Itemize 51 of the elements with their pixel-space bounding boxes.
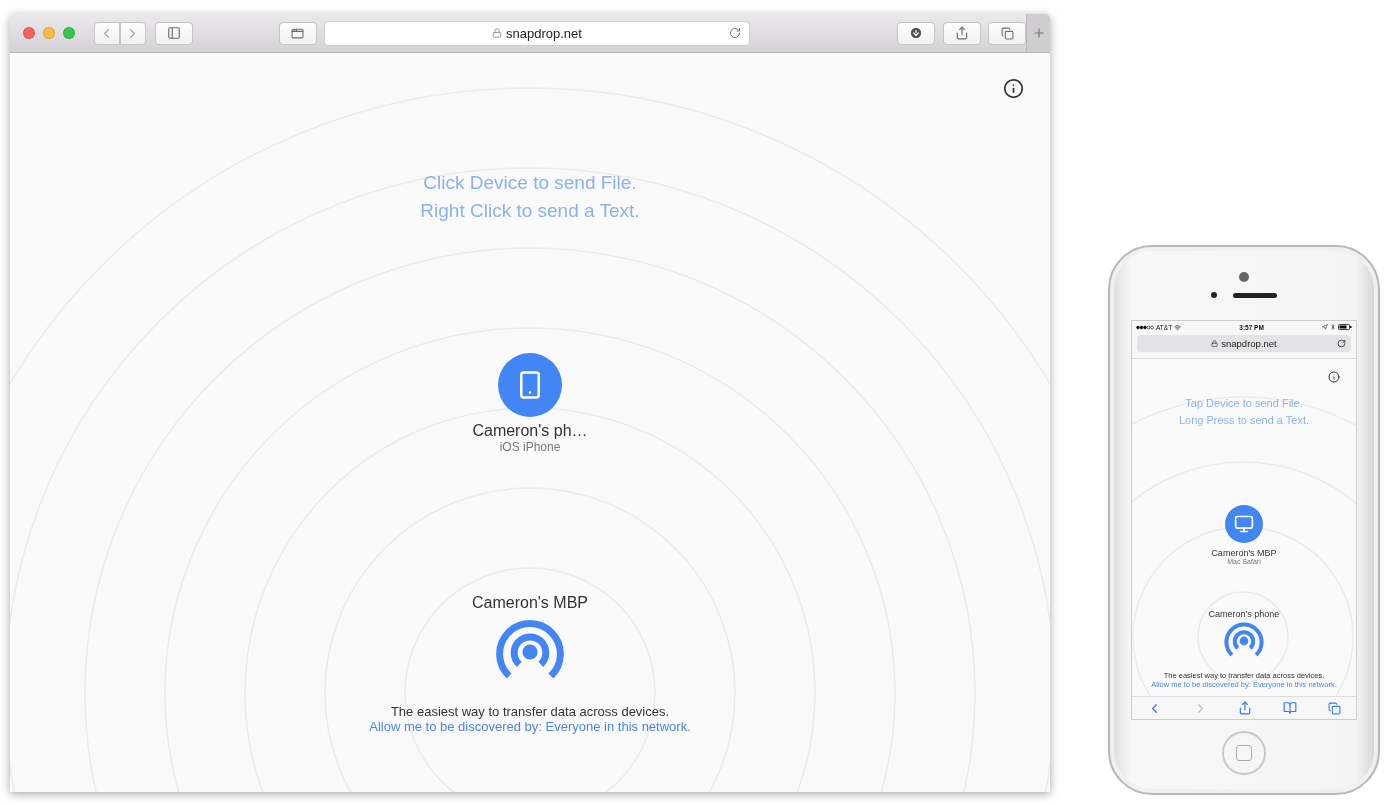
zoom-window-button[interactable] [62, 27, 75, 39]
peer-device-type: iOS iPhone [499, 440, 561, 454]
speaker-icon [1233, 292, 1277, 298]
instruction-text: Tap Device to send File. [1184, 396, 1304, 411]
own-device-name: Cameron's phone [1208, 609, 1280, 619]
tabs-button[interactable] [988, 21, 1026, 45]
url-text: snapdrop.net [506, 25, 582, 41]
tabs-button[interactable] [1327, 701, 1341, 715]
downloads-button[interactable] [897, 21, 936, 45]
info-icon[interactable] [1003, 78, 1024, 99]
info-icon[interactable] [1328, 371, 1340, 383]
camera-icon [1239, 272, 1249, 282]
signal-icon [1136, 324, 1154, 330]
instruction-text: Click Device to send File. [422, 171, 638, 195]
lock-icon [492, 28, 503, 38]
discovery-setting-link[interactable]: Allow me to be discovered by: Everyone in this network. [369, 719, 691, 734]
window-icon [291, 26, 305, 40]
download-icon [909, 26, 924, 40]
share-button[interactable] [943, 21, 982, 45]
own-device-name: Cameron's MBP [472, 594, 588, 612]
address-bar[interactable]: snapdrop.net [323, 20, 751, 46]
bookmarks-button[interactable] [1283, 701, 1298, 715]
share-icon [955, 26, 970, 40]
wifi-icon [1174, 323, 1182, 331]
battery-icon [1338, 324, 1352, 330]
tab-view-button[interactable] [278, 21, 317, 45]
share-icon [1238, 701, 1253, 715]
plus-icon [1031, 26, 1046, 40]
tagline-text: The easiest way to transfer data across devices. [390, 704, 670, 719]
sensor-icon [1211, 292, 1217, 298]
close-window-button[interactable] [23, 27, 35, 39]
tabs-icon [1000, 26, 1014, 40]
home-button[interactable] [1222, 731, 1266, 775]
sidebar-button[interactable] [154, 21, 193, 45]
address-bar[interactable]: snapdrop.net [1137, 335, 1351, 352]
reload-icon[interactable] [729, 26, 742, 39]
peer-name: Cameron's MBP [1211, 548, 1277, 558]
location-icon [1322, 324, 1328, 330]
monitor-icon [1234, 514, 1254, 534]
bluetooth-icon [1330, 324, 1336, 330]
share-button[interactable] [1238, 701, 1253, 715]
sidebar-icon [166, 26, 181, 40]
reload-icon[interactable] [1337, 339, 1346, 348]
peer-name: Cameron's ph… [472, 422, 588, 440]
tabs-icon [1327, 701, 1341, 715]
peer-device-button[interactable] [1225, 505, 1263, 543]
book-icon [1283, 701, 1298, 715]
instruction-text: Right Click to send a Text. [420, 199, 640, 223]
instruction-text: Long Press to send a Text. [1178, 413, 1309, 428]
url-text: snapdrop.net [1221, 338, 1277, 349]
lock-icon [1211, 340, 1219, 347]
